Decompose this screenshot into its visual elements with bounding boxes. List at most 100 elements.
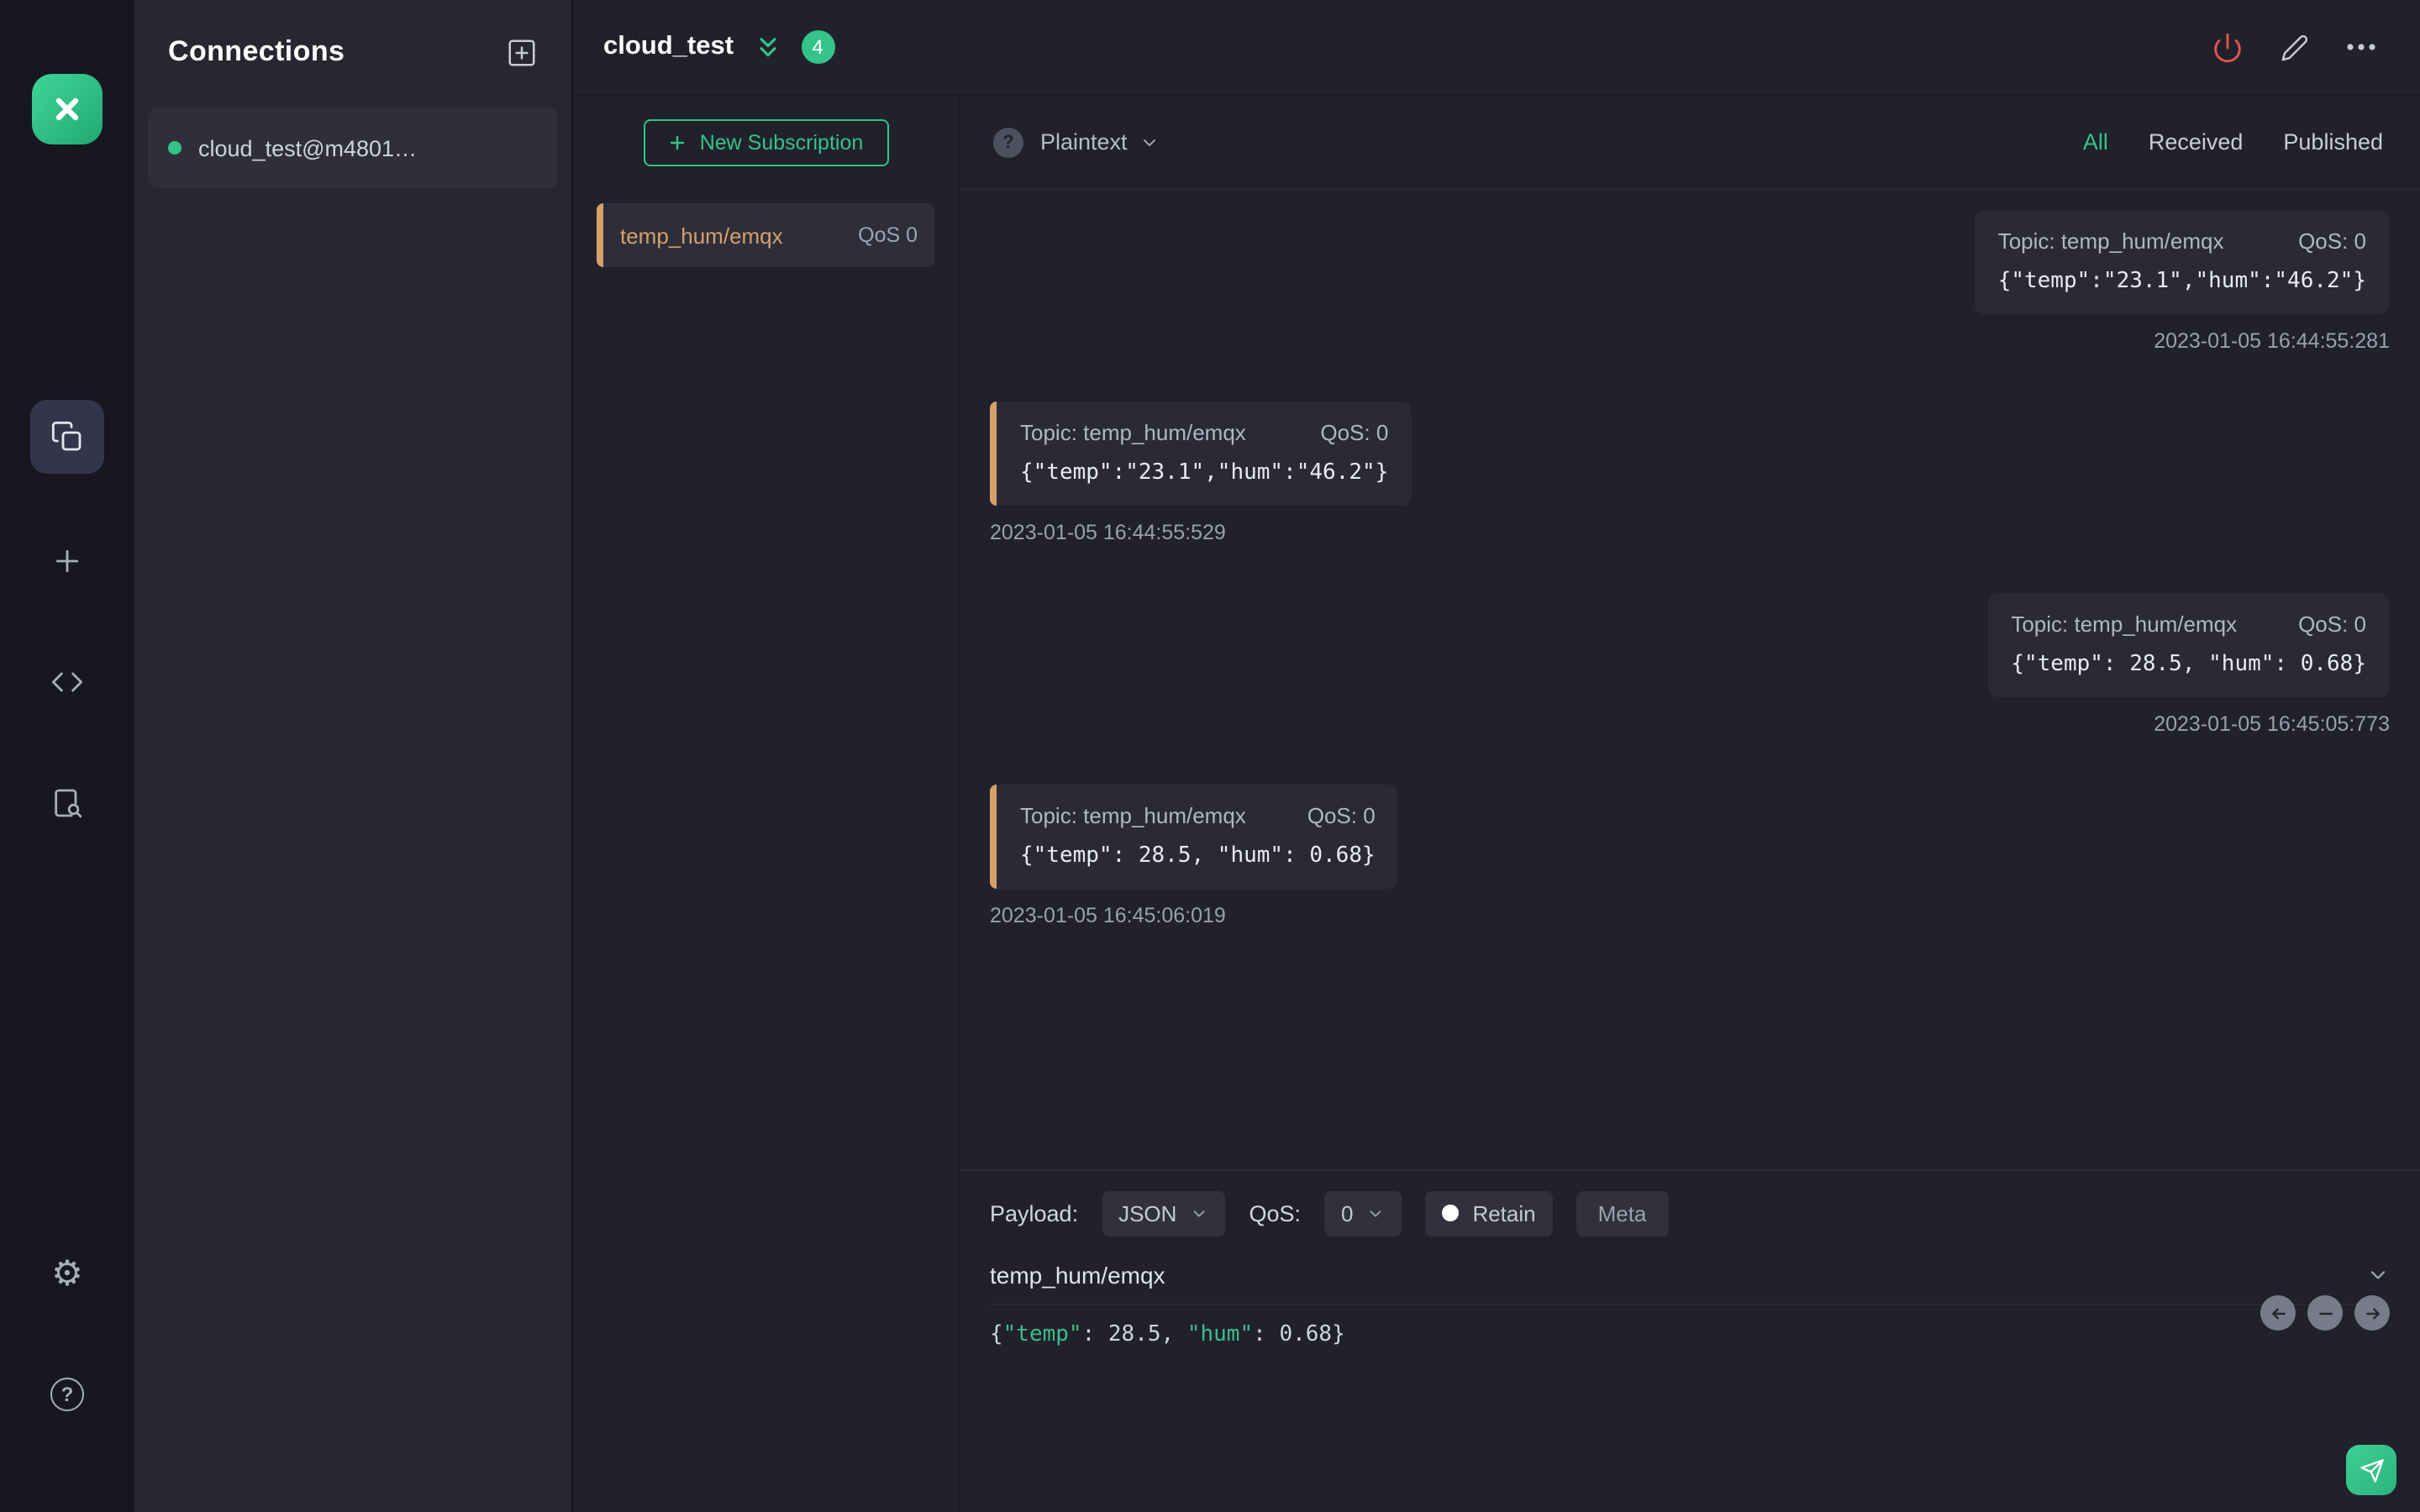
help-icon: ? bbox=[50, 1378, 84, 1411]
message-received[interactable]: Topic: temp_hum/emqx QoS: 0 {"temp":"23.… bbox=[990, 402, 1413, 546]
connection-content: New Subscription temp_hum/emqx QoS 0 ? P… bbox=[573, 96, 2420, 1512]
pencil-icon bbox=[2281, 34, 2308, 60]
json-key: "temp" bbox=[1002, 1322, 1082, 1347]
connections-icon bbox=[51, 421, 82, 451]
message-timestamp: 2023-01-05 16:45:06:019 bbox=[990, 904, 1226, 927]
topbar-left: cloud_test 4 bbox=[603, 30, 835, 64]
connections-panel: Connections cloud_test@m4801… bbox=[134, 0, 573, 1512]
message-meta: Topic: temp_hum/emqx QoS: 0 bbox=[1020, 418, 1388, 449]
connection-title: cloud_test bbox=[603, 32, 734, 60]
chevron-down-icon bbox=[1143, 139, 1155, 145]
payload-format-select[interactable]: JSON bbox=[1102, 1190, 1226, 1236]
collapse-editor-button[interactable] bbox=[2366, 1263, 2390, 1287]
chevron-down-icon bbox=[1190, 1204, 1208, 1222]
arrow-left-icon bbox=[2271, 1307, 2285, 1319]
payload-label: Payload: bbox=[990, 1200, 1079, 1226]
filter-all[interactable]: All bbox=[2083, 129, 2108, 155]
add-connection-button[interactable] bbox=[506, 36, 538, 68]
message-received[interactable]: Topic: temp_hum/emqx QoS: 0 {"temp": 28.… bbox=[990, 785, 1399, 929]
publish-panel: Payload: JSON QoS: 0 Retain Meta temp_hu… bbox=[960, 1169, 2420, 1512]
topbar-actions bbox=[2212, 31, 2376, 63]
power-icon bbox=[2214, 32, 2241, 62]
nav-connections-button[interactable] bbox=[30, 400, 104, 474]
edit-connection-button[interactable] bbox=[2281, 33, 2309, 61]
message-meta: Topic: temp_hum/emqx QoS: 0 bbox=[1020, 801, 1376, 832]
connection-topbar: cloud_test 4 bbox=[573, 0, 2420, 96]
plus-icon bbox=[55, 549, 79, 573]
qos-value: 0 bbox=[1340, 1200, 1354, 1226]
qos-select[interactable]: 0 bbox=[1323, 1190, 1402, 1236]
nav-log-button[interactable] bbox=[30, 766, 104, 840]
message-published[interactable]: Topic: temp_hum/emqx QoS: 0 {"temp":"23.… bbox=[1974, 210, 2390, 354]
history-clear-button[interactable] bbox=[2307, 1295, 2343, 1331]
payload-history-nav bbox=[2260, 1295, 2390, 1331]
message-payload: {"temp":"23.1","hum":"46.2"} bbox=[1997, 269, 2366, 294]
publish-topic-row: temp_hum/emqx bbox=[990, 1253, 2390, 1305]
retain-radio-dot bbox=[1442, 1205, 1460, 1221]
retain-toggle[interactable]: Retain bbox=[1425, 1190, 1553, 1236]
mqttx-logo bbox=[32, 74, 103, 144]
nav-script-button[interactable] bbox=[30, 645, 104, 719]
message-qos: QoS: 0 bbox=[2298, 612, 2366, 637]
json-value: 0.68 bbox=[1279, 1322, 1333, 1347]
new-subscription-button[interactable]: New Subscription bbox=[643, 119, 888, 166]
double-chevron-down-icon[interactable] bbox=[754, 34, 781, 60]
message-timestamp: 2023-01-05 16:44:55:529 bbox=[990, 521, 1226, 544]
qos-label: QoS: bbox=[1249, 1200, 1301, 1226]
meta-button[interactable]: Meta bbox=[1576, 1190, 1669, 1236]
payload-help-icon[interactable]: ? bbox=[993, 127, 1023, 157]
ellipsis-icon bbox=[2347, 44, 2375, 50]
message-list: Topic: temp_hum/emqx QoS: 0 {"temp":"23.… bbox=[960, 190, 2420, 1169]
new-subscription-label: New Subscription bbox=[699, 131, 864, 155]
publish-controls: Payload: JSON QoS: 0 Retain Meta bbox=[990, 1188, 2390, 1238]
json-token: : bbox=[1253, 1322, 1280, 1347]
publish-payload-editor[interactable]: {"temp": 28.5, "hum": 0.68} bbox=[990, 1322, 2390, 1347]
connections-title: Connections bbox=[168, 35, 345, 67]
publish-topic-input[interactable]: temp_hum/emqx bbox=[990, 1262, 1165, 1289]
subscriptions-panel: New Subscription temp_hum/emqx QoS 0 bbox=[573, 96, 960, 1512]
message-bubble: Topic: temp_hum/emqx QoS: 0 {"temp": 28.… bbox=[1987, 593, 2390, 697]
message-payload: {"temp":"23.1","hum":"46.2"} bbox=[1020, 460, 1389, 486]
arrow-right-icon bbox=[2365, 1307, 2379, 1319]
send-message-button[interactable] bbox=[2346, 1445, 2396, 1495]
nav-settings-button[interactable]: ⚙ bbox=[30, 1236, 104, 1310]
message-bubble: Topic: temp_hum/emqx QoS: 0 {"temp":"23.… bbox=[990, 402, 1413, 506]
message-topic: Topic: temp_hum/emqx bbox=[2011, 612, 2238, 637]
subscription-qos: QoS 0 bbox=[858, 223, 918, 247]
message-published[interactable]: Topic: temp_hum/emqx QoS: 0 {"temp": 28.… bbox=[1987, 593, 2390, 738]
retain-label: Retain bbox=[1472, 1200, 1536, 1226]
chevron-down-icon bbox=[1366, 1204, 1385, 1222]
nav-new-connection-button[interactable] bbox=[30, 524, 104, 598]
plus-square-icon bbox=[508, 39, 535, 66]
history-next-button[interactable] bbox=[2354, 1295, 2390, 1331]
message-qos: QoS: 0 bbox=[1320, 420, 1389, 445]
minus-icon bbox=[2318, 1311, 2332, 1315]
messages-toolbar: ? Plaintext All Received Published bbox=[960, 96, 2420, 190]
message-bubble: Topic: temp_hum/emqx QoS: 0 {"temp":"23.… bbox=[1974, 210, 2390, 314]
nav-help-button[interactable]: ? bbox=[30, 1357, 104, 1431]
subscription-topic: temp_hum/emqx bbox=[620, 223, 783, 248]
message-meta: Topic: temp_hum/emqx QoS: 0 bbox=[1998, 227, 2366, 257]
message-format-select[interactable]: Plaintext bbox=[1040, 129, 1160, 155]
connection-list-item[interactable]: cloud_test@m4801… bbox=[148, 108, 558, 188]
message-payload: {"temp": 28.5, "hum": 0.68} bbox=[1020, 843, 1376, 869]
subscription-item[interactable]: temp_hum/emqx QoS 0 bbox=[597, 203, 934, 267]
filter-published[interactable]: Published bbox=[2283, 129, 2383, 155]
json-token: } bbox=[1332, 1322, 1345, 1347]
filter-received[interactable]: Received bbox=[2149, 129, 2244, 155]
mqttx-app: ⚙ ? Connections cloud_test@m4801… cloud_… bbox=[0, 0, 2420, 1512]
disconnect-button[interactable] bbox=[2212, 31, 2244, 63]
history-prev-button[interactable] bbox=[2260, 1295, 2296, 1331]
gear-icon: ⚙ bbox=[51, 1252, 83, 1293]
json-token: , bbox=[1160, 1322, 1187, 1347]
json-key: "hum" bbox=[1186, 1322, 1254, 1347]
message-qos: QoS: 0 bbox=[2298, 228, 2366, 254]
chevron-down-icon bbox=[2370, 1271, 2386, 1279]
connected-status-dot bbox=[168, 141, 182, 155]
message-format-value: Plaintext bbox=[1040, 129, 1128, 155]
message-topic: Topic: temp_hum/emqx bbox=[1997, 228, 2224, 254]
more-options-button[interactable] bbox=[2346, 42, 2376, 52]
json-token: : bbox=[1081, 1322, 1108, 1347]
send-icon bbox=[2360, 1458, 2383, 1482]
messages-panel: ? Plaintext All Received Published Topic… bbox=[960, 96, 2420, 1512]
